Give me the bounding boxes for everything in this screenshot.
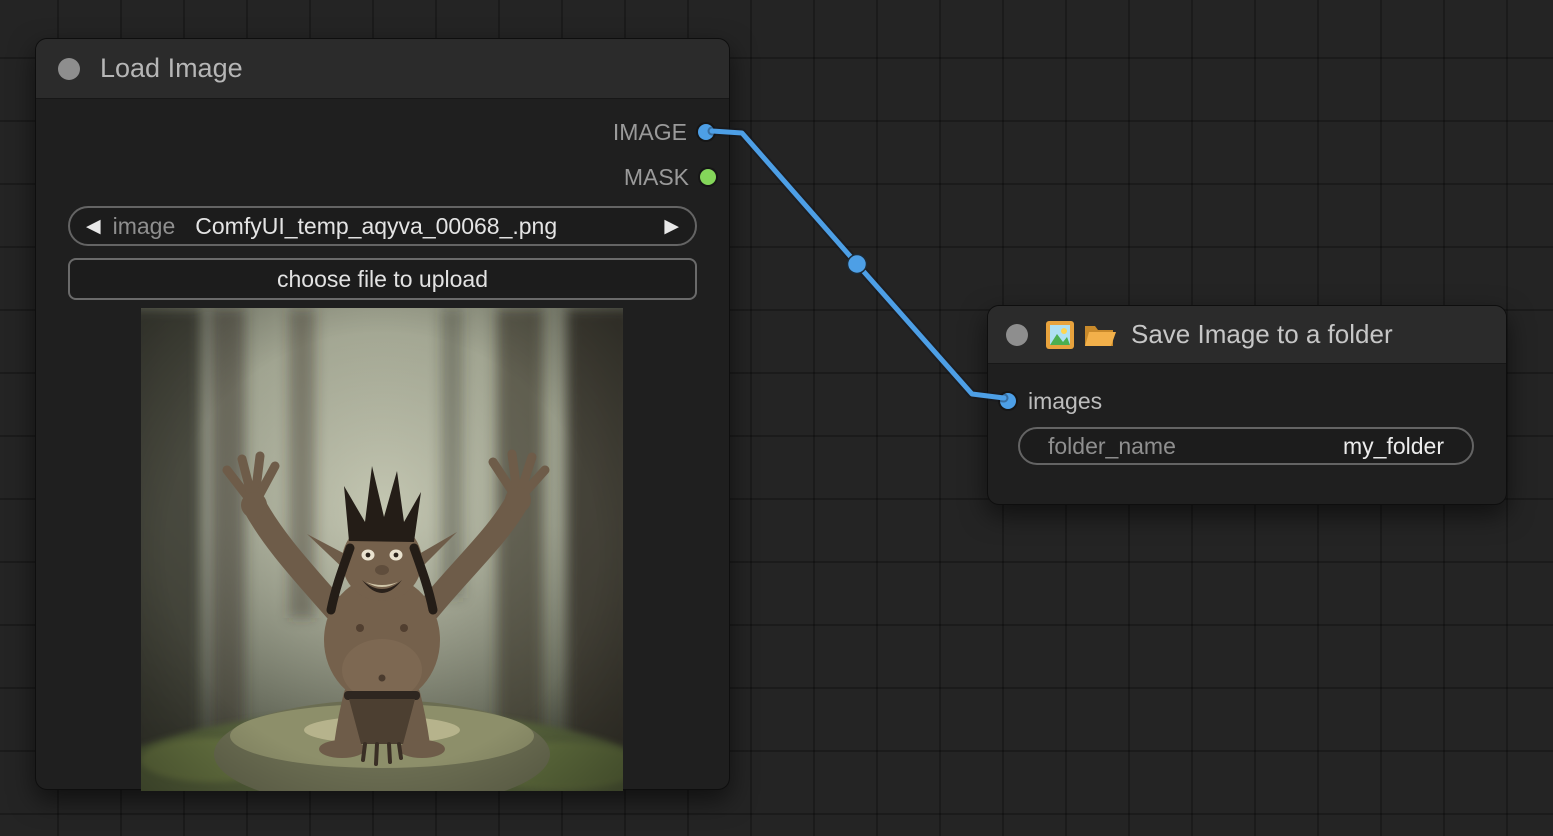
output-slot-image[interactable]: IMAGE bbox=[613, 117, 714, 147]
output-slot-mask[interactable]: MASK bbox=[624, 162, 716, 192]
combo-prev-arrow-icon[interactable]: ◀ bbox=[86, 217, 101, 236]
output-slot-mask-dot[interactable] bbox=[700, 169, 716, 185]
input-slot-images-label: images bbox=[1028, 386, 1102, 416]
node-title: Save Image to a folder bbox=[1131, 319, 1393, 350]
collapse-dot[interactable] bbox=[58, 58, 80, 80]
input-slot-images[interactable]: images bbox=[1000, 386, 1102, 416]
folder-name-value: my_folder bbox=[1343, 433, 1444, 460]
output-slot-image-label: IMAGE bbox=[613, 117, 687, 147]
node-title: Load Image bbox=[100, 53, 243, 84]
framed-picture-icon bbox=[1045, 320, 1075, 350]
link-midpoint-dot[interactable] bbox=[848, 255, 867, 274]
image-preview bbox=[141, 308, 623, 791]
collapse-dot[interactable] bbox=[1006, 324, 1028, 346]
load-image-titlebar[interactable]: Load Image bbox=[36, 39, 729, 99]
combo-value: ComfyUI_temp_aqyva_00068_.png bbox=[195, 213, 664, 240]
node-load-image[interactable]: Load Image IMAGE MASK ◀ image ComfyUI_te… bbox=[35, 38, 730, 790]
node-save-image-to-folder[interactable]: Save Image to a folder images folder_nam… bbox=[987, 305, 1507, 505]
image-combo-widget[interactable]: ◀ image ComfyUI_temp_aqyva_00068_.png ▶ bbox=[68, 206, 697, 246]
node-editor-canvas[interactable]: Load Image IMAGE MASK ◀ image ComfyUI_te… bbox=[0, 0, 1553, 836]
save-image-titlebar[interactable]: Save Image to a folder bbox=[988, 306, 1506, 364]
choose-file-button[interactable]: choose file to upload bbox=[68, 258, 697, 300]
combo-label: image bbox=[113, 213, 176, 240]
output-slot-mask-label: MASK bbox=[624, 162, 689, 192]
folder-name-label: folder_name bbox=[1048, 433, 1176, 460]
choose-file-button-label: choose file to upload bbox=[277, 266, 488, 293]
folder-name-widget[interactable]: folder_name my_folder bbox=[1018, 427, 1474, 465]
open-folder-icon bbox=[1083, 321, 1117, 349]
combo-next-arrow-icon[interactable]: ▶ bbox=[664, 217, 679, 236]
